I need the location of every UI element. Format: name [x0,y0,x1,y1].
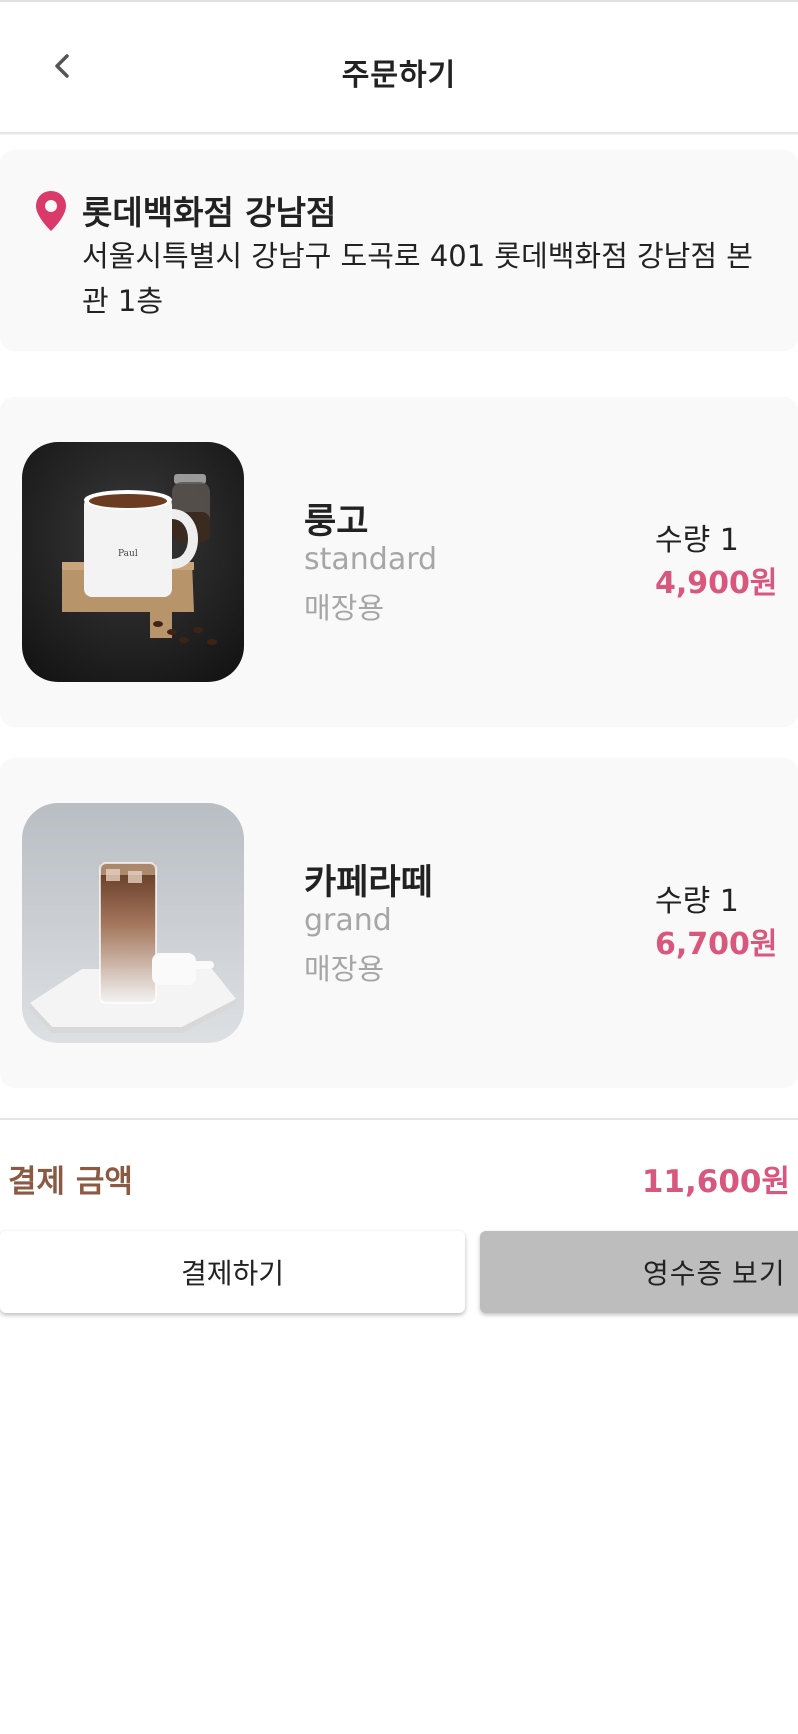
total-divider [0,1118,798,1120]
store-address: 서울시특별시 강남구 도곡로 401 롯데백화점 강남점 본관 1층 [82,239,753,318]
svg-text:Paul: Paul [118,549,138,559]
iced-latte-glass-image [22,803,244,1043]
store-info-card: 롯데백화점 강남점 서울시특별시 강남구 도곡로 401 롯데백화점 강남점 본… [0,150,798,351]
item-price: 4,900원 [655,566,778,601]
order-item-card: 카페라떼 grand 매장용 수량 1 6,700원 [0,758,798,1088]
item-dine-option: 매장용 [304,591,385,625]
location-pin-icon [36,191,66,231]
item-quantity: 수량 1 [655,884,739,919]
store-name: 롯데백화점 강남점 [82,193,337,232]
item-name: 카페라떼 [304,863,433,903]
app-header: 주문하기 [0,2,798,132]
item-name: 룽고 [304,502,369,542]
item-size: standard [304,542,438,577]
header-divider [0,132,798,135]
item-size: grand [304,903,392,938]
view-receipt-button[interactable]: 영수증 보기 [480,1231,798,1313]
item-price: 6,700원 [655,927,778,962]
order-item-card: Paul 룽고 standard 매장용 수량 1 4,900원 [0,397,798,727]
total-amount: 11,600원 [641,1164,790,1200]
item-quantity: 수량 1 [655,523,739,558]
item-dine-option: 매장용 [304,952,385,986]
page-title: 주문하기 [341,58,457,93]
pay-button[interactable]: 결제하기 [0,1231,465,1313]
hot-coffee-mug-image: Paul [22,442,244,682]
total-label: 결제 금액 [8,1164,133,1200]
